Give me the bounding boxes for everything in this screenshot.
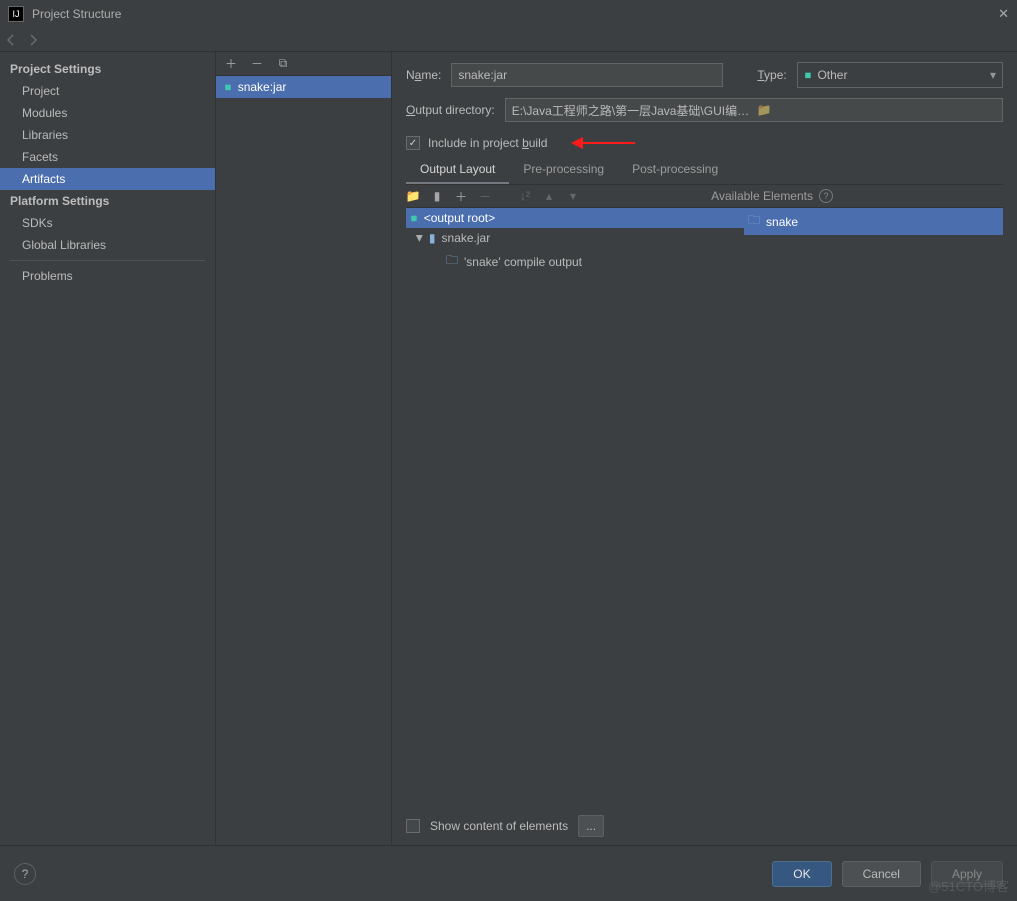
sidebar-item-sdks[interactable]: SDKs [0, 212, 215, 234]
sidebar-item-artifacts[interactable]: Artifacts [0, 168, 215, 190]
layout-tabs: Output Layout Pre-processing Post-proces… [406, 158, 1003, 185]
tree-label: snake [766, 215, 798, 229]
remove-element-icon[interactable]: － [478, 189, 492, 203]
name-field[interactable] [451, 63, 723, 87]
annotation-arrow [575, 142, 635, 144]
dialog-footer: ? OK Cancel Apply [0, 845, 1017, 901]
folder-open-icon[interactable]: 📁 [757, 103, 996, 117]
type-value: Other [817, 68, 847, 82]
name-label: Name: [406, 68, 441, 82]
root-label: <output root> [424, 211, 495, 225]
expand-icon[interactable]: ▶ [414, 235, 425, 242]
tree-label: 'snake' compile output [464, 255, 582, 269]
help-button[interactable]: ? [14, 863, 36, 885]
module-icon: 🗀 [748, 211, 760, 232]
new-archive-icon[interactable]: ▮ [430, 189, 444, 203]
nav-history-bar [0, 28, 1017, 52]
artifact-icon: ◆ [221, 80, 234, 93]
help-icon[interactable]: ? [819, 189, 833, 203]
app-icon: IJ [8, 6, 24, 22]
available-elements-header: Available Elements ? [711, 189, 833, 203]
tab-pre-processing[interactable]: Pre-processing [509, 158, 618, 184]
output-dir-label: Output directory: [406, 103, 495, 117]
show-content-label: Show content of elements [430, 819, 568, 833]
settings-sidebar: Project Settings Project Modules Librari… [0, 52, 216, 845]
forward-icon[interactable] [26, 33, 40, 47]
sort-icon[interactable]: ↓² [518, 189, 532, 203]
include-build-checkbox[interactable]: ✓ [406, 136, 420, 150]
sidebar-header-project: Project Settings [0, 58, 215, 80]
folder-icon: 🗀 [446, 251, 458, 272]
archive-icon: ▮ [429, 231, 436, 245]
sidebar-item-modules[interactable]: Modules [0, 102, 215, 124]
tree-label: snake.jar [442, 231, 491, 245]
artifact-list-toolbar: ＋ － ⧉ [216, 52, 391, 76]
sidebar-separator [10, 260, 205, 261]
type-combobox[interactable]: ◆ Other ▾ [797, 62, 1003, 88]
back-icon[interactable] [4, 33, 18, 47]
available-elements-tree[interactable]: 🗀 snake [744, 208, 1003, 807]
output-dir-field[interactable]: E:\Java工程师之路\第一层Java基础\GUI编程\snake\out\a… [505, 98, 1003, 122]
tab-output-layout[interactable]: Output Layout [406, 158, 509, 184]
artifact-list-panel: ＋ － ⧉ ◆ snake:jar [216, 52, 392, 845]
tree-root[interactable]: ◆ <output root> [406, 208, 744, 228]
ok-button[interactable]: OK [772, 861, 831, 887]
sidebar-item-libraries[interactable]: Libraries [0, 124, 215, 146]
output-dir-value: E:\Java工程师之路\第一层Java基础\GUI编程\snake\out\a… [512, 102, 751, 119]
include-build-label: Include in project build [428, 136, 547, 150]
add-copy-icon[interactable]: ＋ [454, 189, 468, 203]
sidebar-item-facets[interactable]: Facets [0, 146, 215, 168]
copy-icon[interactable]: ⧉ [276, 57, 290, 71]
tab-post-processing[interactable]: Post-processing [618, 158, 732, 184]
artifact-item-label: snake:jar [238, 80, 287, 94]
sidebar-item-global-libraries[interactable]: Global Libraries [0, 234, 215, 256]
configure-button[interactable]: ... [578, 815, 604, 837]
tree-row[interactable]: 🗀 'snake' compile output [406, 248, 744, 275]
show-content-checkbox[interactable]: ✓ [406, 819, 420, 833]
move-down-icon[interactable]: ▾ [566, 189, 580, 203]
remove-icon[interactable]: － [250, 57, 264, 71]
tree-root[interactable]: 🗀 snake [744, 208, 1003, 235]
artifact-list-item[interactable]: ◆ snake:jar [216, 76, 391, 98]
sidebar-header-platform: Platform Settings [0, 190, 215, 212]
new-folder-icon[interactable]: 📁 [406, 189, 420, 203]
artifact-icon: ◆ [407, 211, 420, 224]
output-layout-tree[interactable]: ◆ <output root> ▶ ▮ snake.jar 🗀 'snake' … [406, 208, 744, 807]
tree-row[interactable]: ▶ ▮ snake.jar [406, 228, 744, 248]
artifact-details: Name: Type: ◆ Other ▾ Output directory: … [392, 52, 1017, 845]
apply-button[interactable]: Apply [931, 861, 1003, 887]
close-icon[interactable]: ✕ [998, 6, 1009, 22]
sidebar-item-problems[interactable]: Problems [0, 265, 215, 287]
add-icon[interactable]: ＋ [224, 57, 238, 71]
cancel-button[interactable]: Cancel [842, 861, 921, 887]
sidebar-item-project[interactable]: Project [0, 80, 215, 102]
layout-toolbar: 📁 ▮ ＋ － ↓² ▴ ▾ Available Elements ? [406, 185, 1003, 208]
chevron-down-icon: ▾ [990, 68, 996, 82]
type-label: Type: [757, 68, 786, 82]
titlebar: IJ Project Structure ✕ [0, 0, 1017, 28]
move-up-icon[interactable]: ▴ [542, 189, 556, 203]
window-title: Project Structure [32, 7, 121, 21]
artifact-icon: ◆ [801, 68, 814, 81]
